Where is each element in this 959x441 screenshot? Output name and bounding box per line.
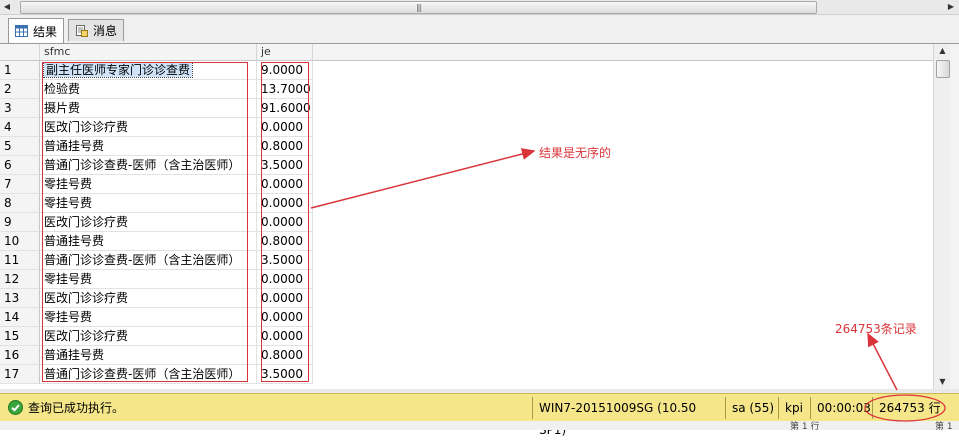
grid-icon <box>15 25 28 37</box>
row-number[interactable]: 11 <box>0 251 40 270</box>
status-bar: 查询已成功执行。 WIN7-20151009SG (10.50 SP1) sa … <box>0 393 959 437</box>
tab-results-label: 结果 <box>33 24 58 39</box>
footer-line-position: 第 1 行 <box>790 422 820 430</box>
row-number[interactable]: 12 <box>0 270 40 289</box>
status-elapsed: 00:00:03 <box>810 397 872 419</box>
result-tabs: 结果 消息 <box>0 15 959 44</box>
row-number[interactable]: 14 <box>0 308 40 327</box>
scroll-left-arrow-icon[interactable]: ◀ <box>0 0 14 14</box>
row-number[interactable]: 4 <box>0 118 40 137</box>
tab-results[interactable]: 结果 <box>8 18 65 43</box>
column-header-sfmc[interactable]: sfmc <box>40 44 257 60</box>
row-number[interactable]: 6 <box>0 156 40 175</box>
footer-column: 第 1 <box>935 422 953 430</box>
row-number[interactable]: 7 <box>0 175 40 194</box>
annotation-record-count-note: 264753条记录 <box>835 322 917 336</box>
editor-footer: 第 1 行 第 1 <box>0 421 959 430</box>
row-number[interactable]: 3 <box>0 99 40 118</box>
row-number[interactable]: 16 <box>0 346 40 365</box>
row-number[interactable]: 9 <box>0 213 40 232</box>
status-server: WIN7-20151009SG (10.50 SP1) <box>532 397 720 437</box>
column-header-je[interactable]: je <box>257 44 313 60</box>
row-number[interactable]: 13 <box>0 289 40 308</box>
row-number[interactable]: 10 <box>0 232 40 251</box>
grid-header: sfmc je <box>0 44 933 61</box>
annotation-sfmc-box <box>42 62 248 382</box>
right-panel-edge <box>950 44 959 389</box>
status-user: sa (55) <box>725 397 777 419</box>
row-number[interactable]: 8 <box>0 194 40 213</box>
grip-icon: ||| <box>415 3 422 12</box>
status-message: 查询已成功执行。 <box>28 401 125 415</box>
annotation-je-box <box>261 62 309 382</box>
row-number-header <box>0 44 40 60</box>
row-number[interactable]: 2 <box>0 80 40 99</box>
horizontal-scrollbar[interactable]: ◀ ||| ▶ <box>0 0 959 15</box>
row-number[interactable]: 1 <box>0 61 40 80</box>
vertical-scrollbar[interactable]: ▲ ▼ <box>933 44 951 389</box>
tab-messages-label: 消息 <box>93 24 118 38</box>
scroll-up-arrow-icon[interactable]: ▲ <box>934 44 951 58</box>
row-number[interactable]: 5 <box>0 137 40 156</box>
message-icon <box>76 24 88 37</box>
row-number[interactable]: 17 <box>0 365 40 384</box>
horizontal-scroll-thumb[interactable]: ||| <box>20 1 817 14</box>
row-number[interactable]: 15 <box>0 327 40 346</box>
annotation-unordered-note: 结果是无序的 <box>539 146 612 160</box>
status-rowcount: 264753 行 <box>872 397 952 419</box>
success-check-icon <box>8 400 23 415</box>
status-database: kpi <box>778 397 810 419</box>
tab-messages[interactable]: 消息 <box>68 19 125 41</box>
scroll-down-arrow-icon[interactable]: ▼ <box>934 375 951 389</box>
scroll-right-arrow-icon[interactable]: ▶ <box>944 0 958 14</box>
vertical-scroll-thumb[interactable] <box>936 60 950 78</box>
